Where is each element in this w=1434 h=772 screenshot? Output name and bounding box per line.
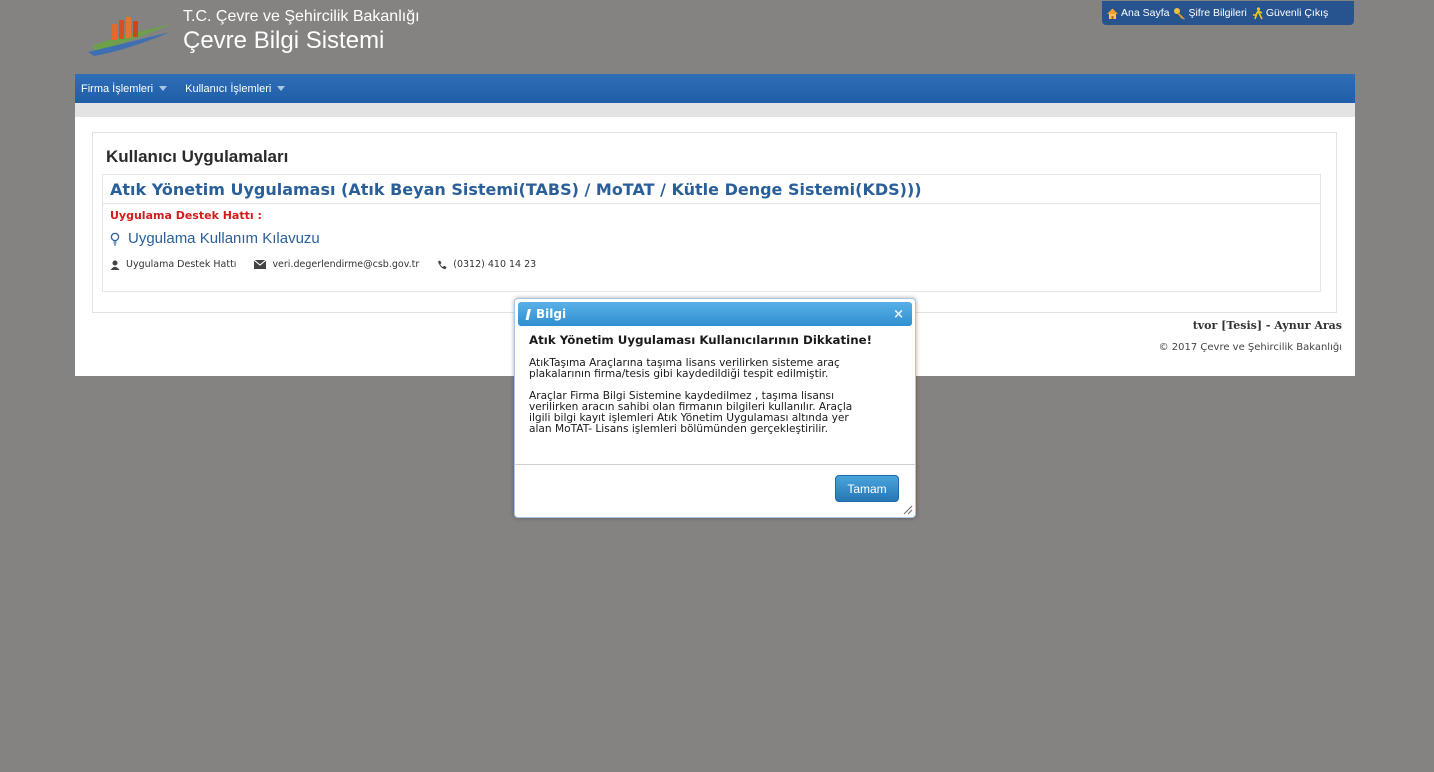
caret-down-icon [277,86,286,91]
dialog-header[interactable]: Bilgi × [518,302,912,326]
current-user: tvor [Tesis] - Aynur Aras [1192,319,1342,332]
password-info-label: Şifre Bilgileri [1188,7,1247,19]
dialog-paragraph-1: AtıkTaşıma Araçlarına taşıma lisans veri… [529,358,901,380]
menu-divider [75,103,1355,117]
key-icon [1174,7,1186,19]
envelope-icon [254,260,267,269]
resize-handle-icon[interactable] [901,503,913,515]
ok-button[interactable]: Tamam [835,475,899,502]
menu-kullanici-islemleri[interactable]: Kullanıcı İşlemleri [185,82,286,95]
phone-icon [438,260,447,269]
page-title: Kullanıcı Uygulamaları [106,147,289,166]
contact-email[interactable]: veri.degerlendirme@csb.gov.tr [272,259,419,270]
exit-icon [1252,6,1263,19]
dialog-text-line: alan MoTAT- Lisans işlemleri bölümünden … [529,423,829,435]
user-guide-link[interactable]: Uygulama Kullanım Kılavuzu [110,230,320,247]
ministry-logo [88,17,172,56]
lightbulb-icon [110,232,120,246]
app-title-link[interactable]: Atık Yönetim Uygulaması (Atık Beyan Sist… [110,180,922,199]
dialog-heading: Atık Yönetim Uygulaması Kullanıcılarının… [529,333,872,347]
logout-label: Güvenli Çıkış [1265,7,1329,19]
menu-bar: Firma İşlemleri Kullanıcı İşlemleri [75,74,1355,103]
home-link[interactable]: Ana Sayfa [1106,7,1169,20]
page: T.C. Çevre ve Şehircilik Bakanlığı Çevre… [0,0,1434,772]
support-title: Uygulama Destek Hattı : [110,209,262,222]
system-title: Çevre Bilgi Sistemi [183,27,385,54]
user-apps-box: Kullanıcı Uygulamaları Atık Yönetim Uygu… [92,132,1337,313]
contact-line: Uygulama Destek Hattı veri.degerlendirme… [110,259,536,270]
app-card: Atık Yönetim Uygulaması (Atık Beyan Sist… [102,174,1321,292]
dialog-divider [515,464,915,465]
top-links: Ana Sayfa Şifre Bilgileri Güvenli Çıkış [1102,1,1354,25]
home-icon [1107,8,1118,19]
caret-down-icon [159,86,168,91]
menu-label: Kullanıcı İşlemleri [185,82,272,95]
contact-name: Uygulama Destek Hattı [126,259,237,270]
dialog-title: Bilgi [536,307,567,321]
contact-phone: (0312) 410 14 23 [453,259,537,270]
menu-firma-islemleri[interactable]: Firma İşlemleri [81,82,168,95]
dialog-body: Atık Yönetim Uygulaması Kullanıcılarının… [529,333,901,446]
app-card-header: Atık Yönetim Uygulaması (Atık Beyan Sist… [103,175,1320,204]
info-icon [525,308,531,320]
menu-label: Firma İşlemleri [81,82,154,95]
dialog-title-wrap: Bilgi [524,307,566,321]
home-link-label: Ana Sayfa [1121,7,1170,19]
dialog-paragraph-2: Araçlar Firma Bilgi Sistemine kaydedilme… [529,391,901,435]
user-icon [110,260,120,270]
ministry-name: T.C. Çevre ve Şehircilik Bakanlığı [183,8,420,25]
user-guide-label: Uygulama Kullanım Kılavuzu [128,230,320,247]
logout-link[interactable]: Güvenli Çıkış [1251,6,1329,20]
copyright: © 2017 Çevre ve Şehircilik Bakanlığı [1158,342,1342,353]
dialog-text-line: plakalarının firma/tesis gibi kaydedildi… [529,368,829,380]
password-info-link[interactable]: Şifre Bilgileri [1173,7,1247,20]
info-dialog: Bilgi × Atık Yönetim Uygulaması Kullanıc… [514,298,916,518]
close-icon[interactable]: × [893,307,904,322]
